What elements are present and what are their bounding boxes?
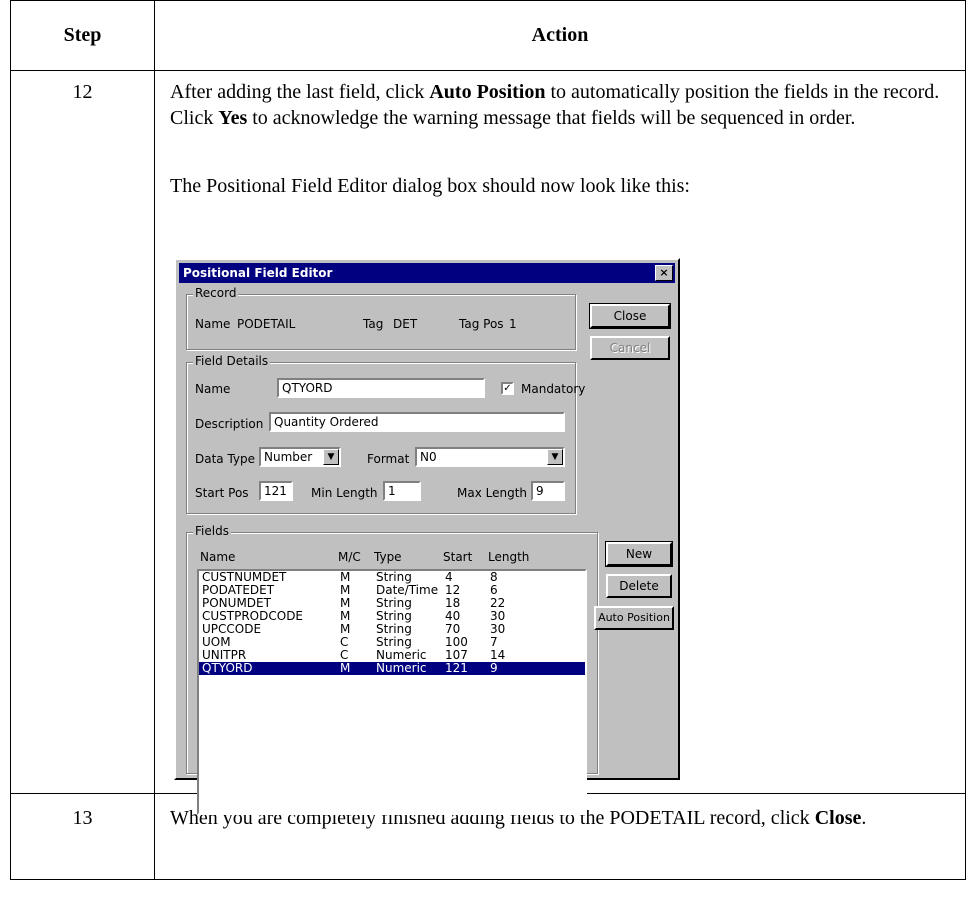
list-cell: 121 [445,661,468,675]
record-group-label: Record [193,286,239,300]
dialog-caption: The Positional Field Editor dialog box s… [170,175,690,197]
column-header: M/C [338,550,361,564]
record-tagpos-label: Tag Pos [459,317,504,331]
format-value: N0 [420,450,437,464]
format-label: Format [367,452,410,466]
chevron-down-icon[interactable]: ▼ [323,449,339,465]
close-button[interactable]: Close [589,303,671,329]
fields-column-headers: Name M/C Type Start Length [197,550,587,564]
field-name-label: Name [195,382,231,396]
datatype-value: Number [264,450,313,464]
field-details-label: Field Details [193,354,271,368]
cancel-button[interactable]: Cancel [590,336,670,360]
list-cell: Numeric [376,661,427,675]
field-details-group: Field Details Name QTYORD ✓ Mandatory De… [186,354,585,514]
bold-yes: Yes [218,107,248,129]
new-button[interactable]: New [605,541,673,567]
table-header-row: Step Action [11,1,965,71]
step-number: 12 [72,81,93,103]
instruction-paragraph: After adding the last field, click Auto … [170,79,955,131]
column-header: Name [200,550,236,564]
record-name-value: PODETAIL [237,317,296,331]
minlen-label: Min Length [311,486,378,500]
fields-group-label: Fields [193,524,231,538]
step-number: 13 [72,807,93,829]
auto-position-button[interactable]: Auto Position [594,606,674,630]
list-cell: QTYORD [202,661,253,675]
record-group: Record Name PODETAIL Tag DET Tag Pos 1 [186,286,576,350]
text: After adding the last field, click [170,81,430,103]
list-item[interactable]: QTYORD M Numeric 121 9 [199,662,585,675]
bold-close: Close [814,807,862,829]
field-name-input[interactable]: QTYORD [277,378,485,398]
chevron-down-icon[interactable]: ▼ [547,449,563,465]
record-tag-value: DET [393,317,418,331]
record-tag-label: Tag [363,317,384,331]
text: . [861,807,867,829]
close-icon[interactable]: × [655,265,673,281]
datatype-label: Data Type [195,452,256,466]
description-input[interactable]: Quantity Ordered [269,412,565,432]
column-header: Start [443,550,473,564]
fields-listbox[interactable]: CUSTNUMDET M String 4 8 PODATEDET M Date/Time 12… [197,569,587,815]
record-name-label: Name [195,317,231,331]
header-step: Step [11,1,155,70]
text: to acknowledge the warning message that … [247,107,856,129]
maxlen-input[interactable]: 9 [531,481,565,501]
datatype-select[interactable]: Number ▼ [259,447,341,467]
startpos-label: Start Pos [195,486,249,500]
header-action: Action [531,24,589,46]
step-cell: 13 [11,794,155,880]
list-cell: 9 [490,661,498,675]
bold-auto-position: Auto Position [429,81,546,103]
fields-group: Fields Name M/C Type Start Length CUSTNU… [186,524,598,815]
description-label: Description [195,417,264,431]
mandatory-label: Mandatory [521,382,586,396]
record-tagpos-value: 1 [509,317,517,331]
maxlen-label: Max Length [457,486,528,500]
column-header: Type [374,550,402,564]
positional-field-editor-dialog: Positional Field Editor × Record Name PO… [174,258,680,815]
list-cell: M [340,661,351,675]
step-cell: 12 [11,71,155,793]
mandatory-checkbox[interactable]: ✓ [501,382,514,395]
column-header: Length [488,550,530,564]
delete-button[interactable]: Delete [606,574,672,598]
format-select[interactable]: N0 ▼ [415,447,565,467]
dialog-title: Positional Field Editor [183,266,333,280]
dialog-titlebar: Positional Field Editor × [179,263,675,283]
minlen-input[interactable]: 1 [383,481,421,501]
startpos-input[interactable]: 121 [259,481,293,501]
